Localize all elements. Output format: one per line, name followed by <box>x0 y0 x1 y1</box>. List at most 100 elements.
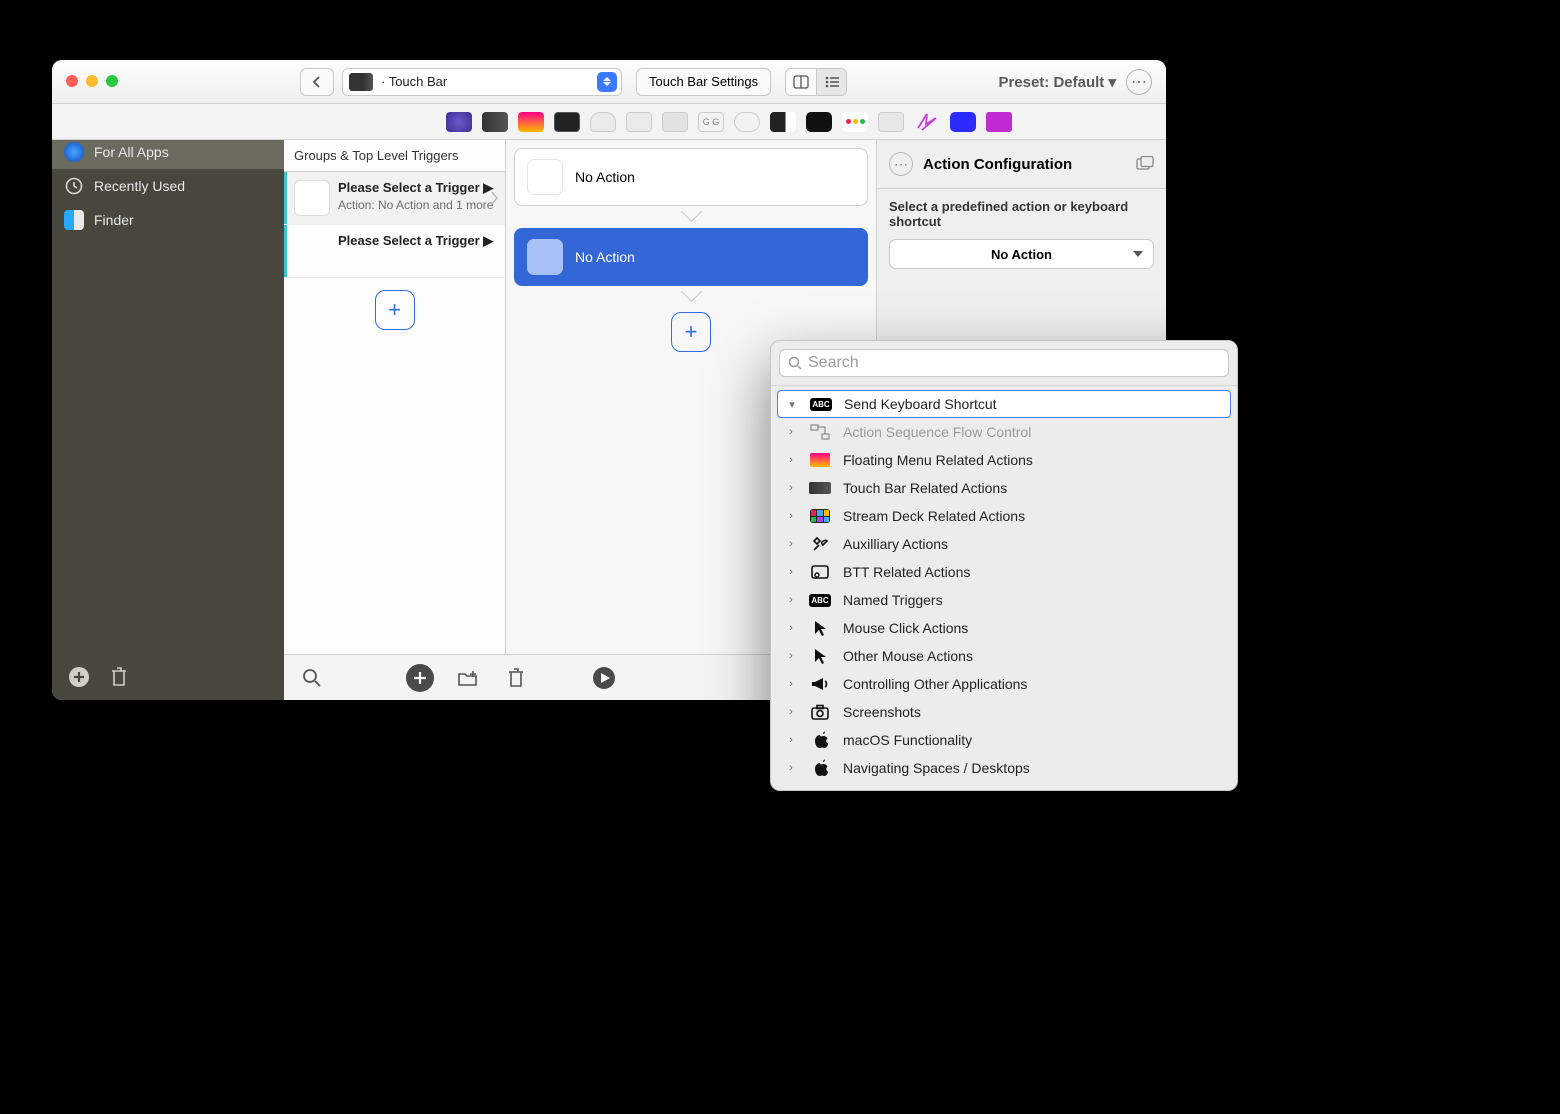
popover-row-label: Touch Bar Related Actions <box>843 480 1007 496</box>
category-icon[interactable] <box>626 112 652 132</box>
new-folder-button[interactable] <box>454 664 482 692</box>
globe-icon <box>64 142 84 162</box>
sidebar-item-for-all-apps[interactable]: For All Apps <box>52 140 284 169</box>
selection-stripe <box>284 225 287 277</box>
popover-row[interactable]: ›macOS Functionality <box>771 726 1237 754</box>
category-icon[interactable] <box>662 112 688 132</box>
more-menu-button[interactable]: ⋯ <box>1126 69 1152 95</box>
triggers-column: Groups & Top Level Triggers Please Selec… <box>284 140 506 700</box>
category-icon[interactable] <box>914 112 940 132</box>
popover-row-label: Navigating Spaces / Desktops <box>843 760 1030 776</box>
row-icon <box>809 759 831 777</box>
sidebar-item-label: For All Apps <box>94 144 169 160</box>
category-icon[interactable] <box>482 112 508 132</box>
action-picker-popover: Search ▾ABCSend Keyboard Shortcut›Action… <box>770 340 1238 791</box>
list-view-button[interactable] <box>816 69 846 95</box>
delete-button[interactable] <box>502 664 530 692</box>
folder-plus-icon <box>457 668 479 688</box>
add-app-button[interactable] <box>66 664 92 690</box>
popover-row[interactable]: ›Floating Menu Related Actions <box>771 446 1237 474</box>
popover-search-input[interactable]: Search <box>779 349 1229 377</box>
popover-row[interactable]: ▾ABCSend Keyboard Shortcut <box>777 390 1231 418</box>
chevron-left-icon <box>312 76 322 88</box>
category-icon[interactable] <box>554 112 580 132</box>
popover-row[interactable]: ›Action Sequence Flow Control <box>771 418 1237 446</box>
touchbar-settings-button[interactable]: Touch Bar Settings <box>636 68 771 96</box>
windows-icon[interactable] <box>1136 156 1154 172</box>
selection-stripe <box>284 172 287 224</box>
delete-app-button[interactable] <box>106 664 132 690</box>
category-icon[interactable] <box>950 112 976 132</box>
star-icon <box>914 112 940 132</box>
ellipsis-circle-icon[interactable]: ⋯ <box>889 152 913 176</box>
popover-row[interactable]: ›Mouse Click Actions <box>771 614 1237 642</box>
popover-row[interactable]: ›Screenshots <box>771 698 1237 726</box>
preset-dropdown[interactable]: Preset: Default ▾ <box>998 73 1116 91</box>
chevron-right-icon: › <box>785 538 797 550</box>
popover-row[interactable]: ›Controlling Other Applications <box>771 670 1237 698</box>
category-icon[interactable] <box>770 112 796 132</box>
trash-icon <box>506 667 526 689</box>
sidebar-bottom-toolbar <box>52 654 284 700</box>
search-button[interactable] <box>298 664 326 692</box>
category-icon[interactable] <box>986 112 1012 132</box>
category-icon[interactable] <box>734 112 760 132</box>
play-button[interactable] <box>590 664 618 692</box>
finder-icon <box>64 210 84 230</box>
popover-row[interactable]: ›Auxilliary Actions <box>771 530 1237 558</box>
popover-row[interactable]: ›Touch Bar Related Actions <box>771 474 1237 502</box>
action-card-selected[interactable]: No Action <box>514 228 868 286</box>
titlebar: · Touch Bar Touch Bar Settings Preset: D… <box>52 60 1166 104</box>
trigger-subtitle: Action: No Action and 1 more <box>338 198 493 212</box>
category-icon[interactable] <box>518 112 544 132</box>
zoom-window-button[interactable] <box>106 75 118 87</box>
category-icon[interactable] <box>842 112 868 132</box>
config-header: ⋯ Action Configuration <box>877 140 1166 189</box>
trigger-title: Please Select a Trigger ▶ <box>338 233 493 249</box>
close-window-button[interactable] <box>66 75 78 87</box>
action-select-dropdown[interactable]: No Action <box>889 239 1154 269</box>
columns-icon <box>793 75 809 89</box>
row-icon: ABC <box>809 591 831 609</box>
popover-row[interactable]: ›Navigating Spaces / Desktops <box>771 754 1237 782</box>
action-card[interactable]: No Action <box>514 148 868 206</box>
popover-row-label: Screenshots <box>843 704 921 720</box>
trigger-item[interactable]: Please Select a Trigger ▶ <box>284 225 505 278</box>
category-icon[interactable] <box>878 112 904 132</box>
trigger-item[interactable]: Please Select a Trigger ▶ Action: No Act… <box>284 172 505 225</box>
popover-row-label: Other Mouse Actions <box>843 648 973 664</box>
add-action-button[interactable]: + <box>671 312 711 352</box>
trigger-type-dropdown[interactable]: · Touch Bar <box>342 68 622 96</box>
columns-view-button[interactable] <box>786 69 816 95</box>
back-button[interactable] <box>300 68 334 96</box>
dropdown-caret-icon <box>597 72 617 92</box>
row-icon <box>809 675 831 693</box>
add-trigger-button[interactable]: + <box>375 290 415 330</box>
category-icon[interactable]: G G <box>698 112 724 132</box>
popover-row[interactable]: ›BTT Related Actions <box>771 558 1237 586</box>
row-icon <box>809 479 831 497</box>
row-icon <box>809 731 831 749</box>
minimize-window-button[interactable] <box>86 75 98 87</box>
popover-row[interactable]: ›Stream Deck Related Actions <box>771 502 1237 530</box>
action-select-value: No Action <box>991 247 1052 262</box>
triggers-header: Groups & Top Level Triggers <box>284 140 505 172</box>
category-icon[interactable] <box>806 112 832 132</box>
sidebar-item-finder[interactable]: Finder <box>52 203 284 237</box>
sidebar-item-label: Finder <box>94 212 134 228</box>
trigger-title: Please Select a Trigger ▶ <box>338 180 493 196</box>
category-icon[interactable] <box>590 112 616 132</box>
popover-row[interactable]: ›Other Mouse Actions <box>771 642 1237 670</box>
category-icon[interactable] <box>446 112 472 132</box>
popover-row-label: Controlling Other Applications <box>843 676 1027 692</box>
config-title: Action Configuration <box>923 156 1072 173</box>
sidebar-item-recently-used[interactable]: Recently Used <box>52 169 284 203</box>
add-button[interactable] <box>406 664 434 692</box>
popover-row[interactable]: ›ABCNamed Triggers <box>771 586 1237 614</box>
action-label: No Action <box>575 249 635 265</box>
view-mode-segmented[interactable] <box>785 68 847 96</box>
sidebar: <<< For All Apps Recently Used Finder <box>52 140 284 700</box>
row-icon <box>809 703 831 721</box>
plus-icon: + <box>685 319 698 345</box>
sequence-connector <box>514 212 868 222</box>
